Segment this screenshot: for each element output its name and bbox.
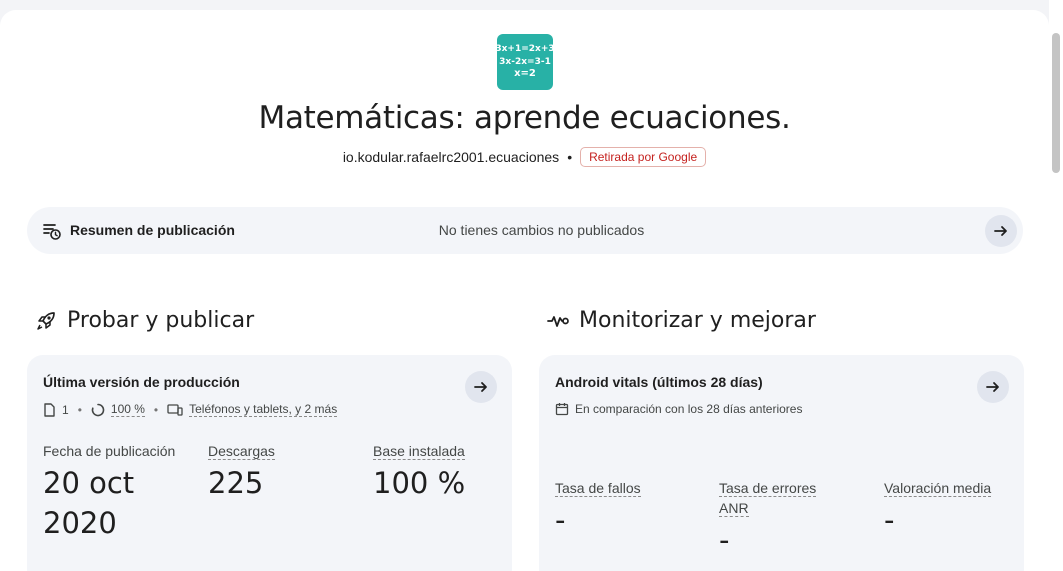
monitor-heading: Monitorizar y mejorar — [547, 308, 816, 333]
app-title: Matemáticas: aprende ecuaciones. — [258, 100, 791, 136]
app-icon-line: 3x+1=2x+3 — [495, 44, 555, 55]
open-vitals-button[interactable] — [977, 371, 1009, 403]
scrollbar-thumb[interactable] — [1052, 33, 1060, 173]
separator-dot: • — [77, 402, 82, 417]
rocket-icon — [37, 311, 55, 330]
average-rating-label[interactable]: Valoración media — [884, 480, 992, 497]
card-title: Última versión de producción — [43, 374, 240, 390]
card-title: Android vitals (últimos 28 días) — [555, 374, 763, 390]
release-date-value-line2: 2020 — [43, 506, 117, 540]
crash-rate-label[interactable]: Tasa de fallos — [555, 480, 641, 497]
anr-rate-value: - — [719, 523, 730, 557]
arrow-right-icon — [474, 382, 487, 392]
publishing-summary-label: Resumen de publicación — [70, 222, 235, 238]
installed-base-stat: Base instalada 100 % — [373, 441, 465, 503]
calendar-icon — [555, 403, 569, 416]
arrow-right-icon — [994, 226, 1007, 236]
android-vitals-card[interactable]: Android vitals (últimos 28 días) En comp… — [539, 355, 1024, 571]
devices-icon — [167, 404, 183, 416]
downloads-label[interactable]: Descargas — [208, 443, 275, 460]
crash-rate-value: - — [555, 503, 566, 537]
separator-dot: • — [567, 149, 573, 165]
crash-rate-stat: Tasa de fallos - — [555, 478, 641, 540]
comparison-text: En comparación con los 28 días anteriore… — [575, 402, 803, 416]
average-rating-stat: Valoración media - — [884, 478, 992, 540]
dashboard-page: 3x+1=2x+3 3x-2x=3-1 x=2 Matemáticas: apr… — [0, 10, 1049, 571]
open-release-button[interactable] — [465, 371, 497, 403]
anr-rate-stat: Tasa de errores ANR - — [719, 478, 817, 560]
monitor-title: Monitorizar y mejorar — [579, 308, 816, 333]
status-badge: Retirada por Google — [580, 147, 707, 167]
release-meta-row: 1 • 100 % • Teléfonos y tablets, y 2 más — [43, 402, 338, 417]
bundle-count: 1 — [62, 402, 69, 417]
rollout-percentage[interactable]: 100 % — [110, 402, 145, 417]
app-icon-line: x=2 — [514, 68, 536, 80]
package-name: io.kodular.rafaelrc2001.ecuaciones — [342, 149, 560, 165]
device-types[interactable]: Teléfonos y tablets, y 2 más — [189, 402, 338, 417]
test-publish-heading: Probar y publicar — [35, 308, 254, 333]
average-rating-value: - — [884, 503, 895, 537]
installed-base-value: 100 % — [373, 466, 466, 500]
release-date-stat: Fecha de publicación 20 oct 2020 — [43, 441, 183, 543]
production-release-card[interactable]: Última versión de producción 1 • 100 % •… — [27, 355, 512, 571]
file-icon — [44, 402, 55, 417]
arrow-right-icon — [986, 382, 999, 392]
comparison-row: En comparación con los 28 días anteriore… — [555, 402, 802, 416]
rollout-icon — [91, 403, 105, 416]
app-icon: 3x+1=2x+3 3x-2x=3-1 x=2 — [495, 34, 555, 90]
downloads-stat: Descargas 225 — [208, 441, 275, 503]
publishing-summary-bar[interactable]: Resumen de publicación No tienes cambios… — [27, 207, 1023, 254]
anr-rate-label-line1[interactable]: Tasa de errores — [719, 480, 817, 497]
vitals-icon — [547, 315, 569, 327]
app-subline: io.kodular.rafaelrc2001.ecuaciones • Ret… — [0, 147, 1049, 167]
release-date-value-line1: 20 oct — [43, 466, 135, 500]
separator-dot: • — [153, 402, 159, 417]
anr-rate-label-line2[interactable]: ANR — [719, 500, 749, 517]
release-date-label: Fecha de publicación — [43, 443, 176, 459]
open-summary-button[interactable] — [985, 215, 1017, 247]
test-publish-title: Probar y publicar — [67, 308, 255, 333]
publishing-summary-icon — [43, 224, 61, 240]
app-icon-line: 3x-2x=3-1 — [499, 56, 551, 67]
downloads-value: 225 — [208, 466, 264, 500]
installed-base-label[interactable]: Base instalada — [373, 443, 465, 460]
